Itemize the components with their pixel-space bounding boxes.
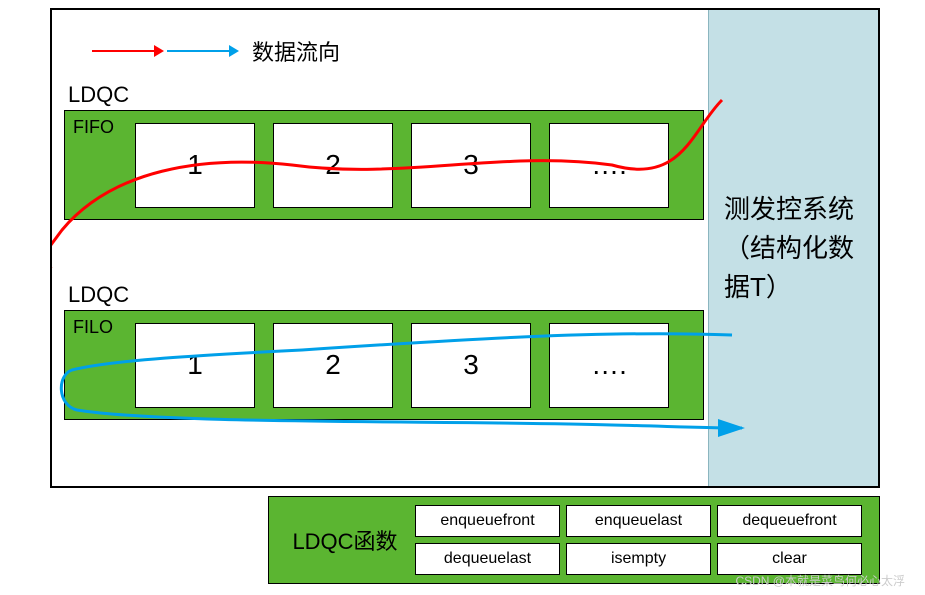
func-item: clear: [717, 543, 862, 575]
legend-label: 数据流向: [252, 35, 340, 67]
fifo-type-label: FIFO: [73, 117, 114, 138]
watermark: CSDN @本就是菜鸟何必心太浮: [735, 572, 905, 589]
diagram-container: 数据流向 LDQC FIFO 1 2 3 …. LDQC FILO 1 2 3 …: [50, 8, 880, 488]
filo-queue: FILO 1 2 3 ….: [64, 310, 704, 420]
func-item: enqueuelast: [566, 505, 711, 537]
functions-label: LDQC函数: [275, 524, 415, 556]
right-system-panel: 测发控系统（结构化数据T）: [708, 10, 878, 486]
fifo-queue: FIFO 1 2 3 ….: [64, 110, 704, 220]
fifo-cell: ….: [549, 123, 669, 208]
legend: 数据流向: [92, 35, 340, 67]
ldqc-label-fifo: LDQC: [68, 82, 129, 108]
filo-cell: 1: [135, 323, 255, 408]
blue-arrow-icon: [167, 50, 237, 52]
ldqc-label-filo: LDQC: [68, 282, 129, 308]
func-item: dequeuefront: [717, 505, 862, 537]
func-item: enqueuefront: [415, 505, 560, 537]
fifo-cell: 1: [135, 123, 255, 208]
func-item: dequeuelast: [415, 543, 560, 575]
fifo-cell: 2: [273, 123, 393, 208]
red-arrow-icon: [92, 50, 162, 52]
fifo-cell: 3: [411, 123, 531, 208]
filo-cell: 2: [273, 323, 393, 408]
filo-cell: 3: [411, 323, 531, 408]
ldqc-functions-panel: LDQC函数 enqueuefront enqueuelast dequeuef…: [268, 496, 880, 584]
filo-cell: ….: [549, 323, 669, 408]
right-panel-text: 测发控系统（结构化数据T）: [724, 190, 863, 307]
filo-type-label: FILO: [73, 317, 113, 338]
func-item: isempty: [566, 543, 711, 575]
functions-grid: enqueuefront enqueuelast dequeuefront de…: [415, 505, 862, 575]
